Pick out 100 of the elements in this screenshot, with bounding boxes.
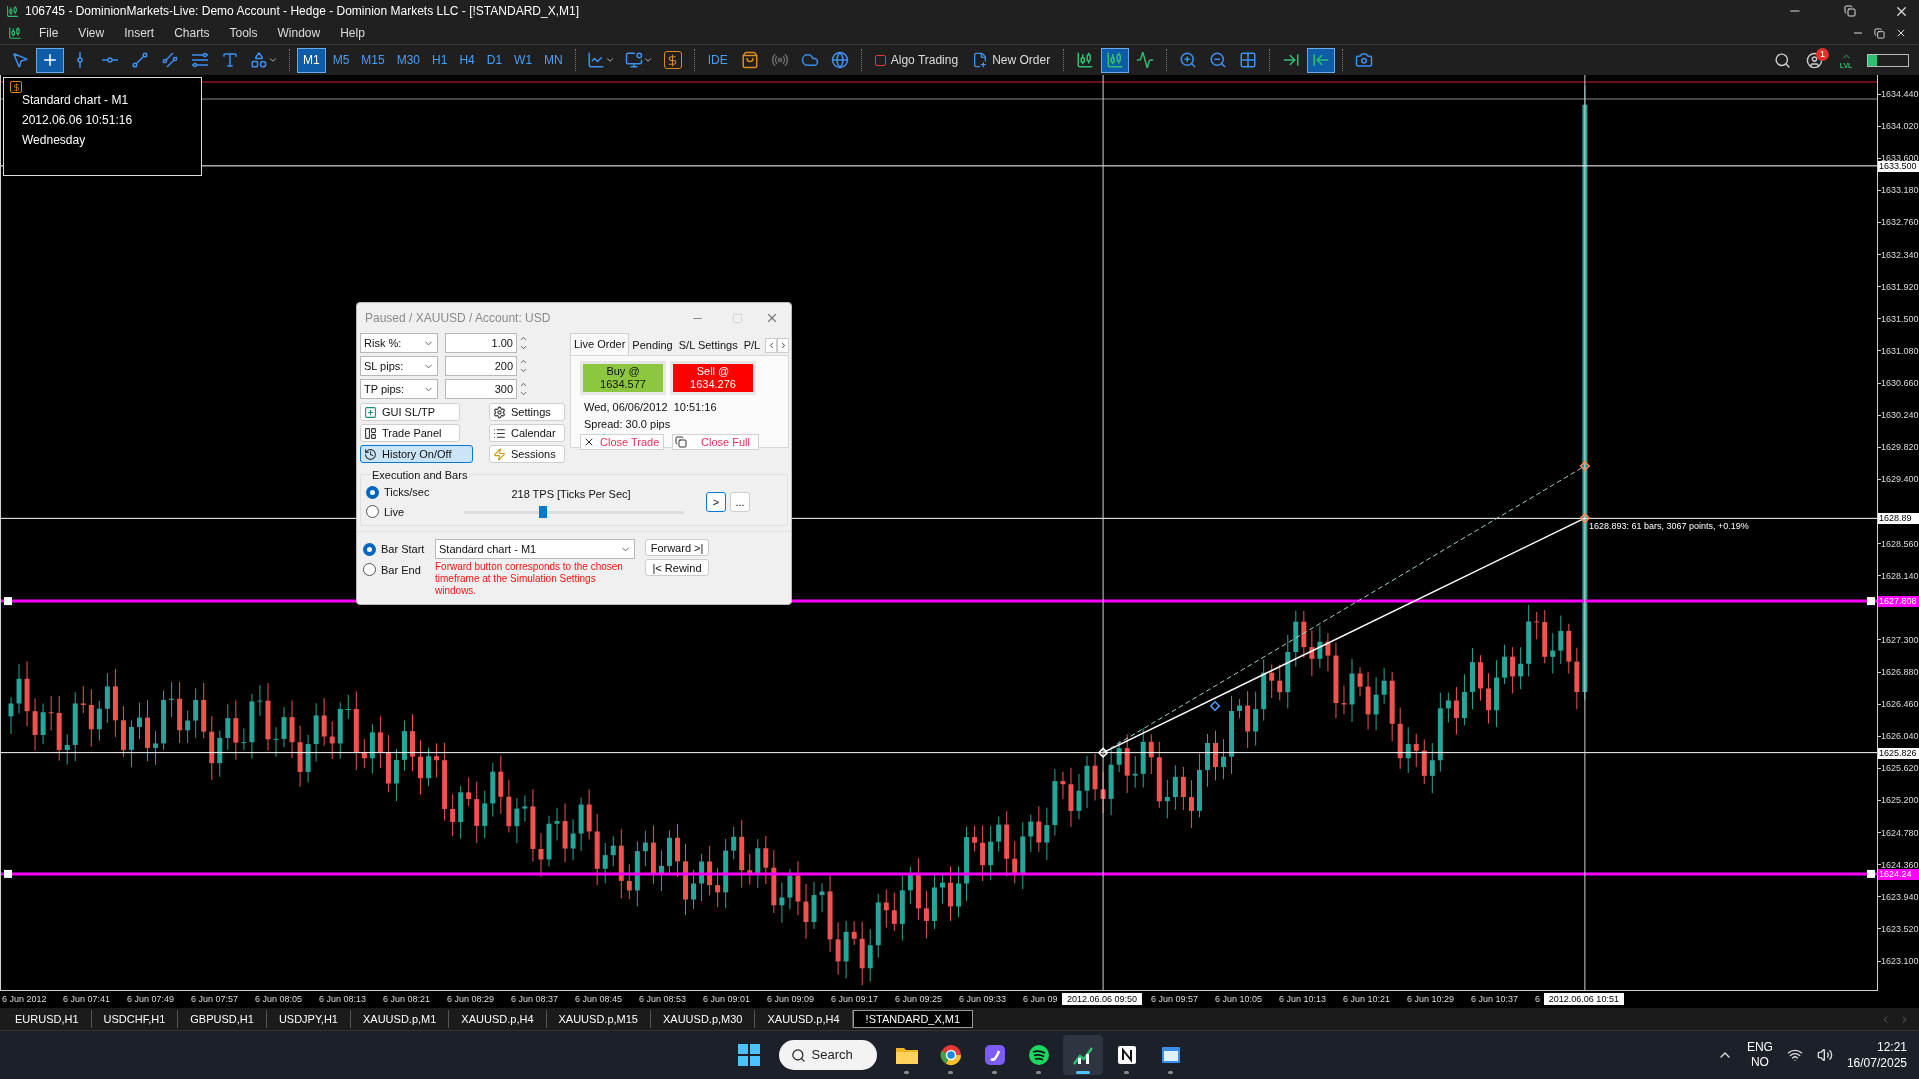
new-order-button[interactable]: New Order: [966, 47, 1057, 73]
timeframe-button[interactable]: W1: [509, 47, 538, 73]
price-marker: 1624.24: [1878, 868, 1919, 880]
forward-button[interactable]: Forward >|: [645, 539, 709, 556]
price-tick-label: 1631.920: [1881, 280, 1919, 293]
menu-item[interactable]: File: [30, 24, 68, 42]
price-marker: 1633.500: [1878, 160, 1919, 172]
timeframe-button[interactable]: M5: [327, 47, 355, 73]
chart-tab[interactable]: XAUUSD.p,H4: [755, 1010, 853, 1028]
close-trade-button[interactable]: Close Trade: [580, 434, 664, 450]
ide-button[interactable]: IDE: [701, 47, 734, 73]
menu-item[interactable]: Tools: [220, 24, 267, 42]
parameter-select[interactable]: SL pips:: [360, 356, 438, 376]
buy-button[interactable]: Buy @ 1634.577: [580, 361, 666, 395]
rewind-button[interactable]: |< Rewind: [645, 559, 709, 576]
time-label: 6 Jun 08:21: [383, 994, 431, 1005]
chart-tab[interactable]: XAUUSD.p,M30: [651, 1010, 756, 1028]
time-label: 6 Jun 08:29: [447, 994, 495, 1005]
timeframe-button[interactable]: MN: [539, 47, 568, 73]
menu-item[interactable]: Help: [331, 24, 374, 42]
panel-button[interactable]: GUI SL/TP: [360, 403, 460, 421]
chart-tab[interactable]: EURUSD,H1: [3, 1010, 92, 1028]
time-label: 6 Jun 09:17: [831, 994, 879, 1005]
menu-item[interactable]: View: [69, 24, 114, 42]
price-tick-label: 1628.140: [1881, 569, 1919, 582]
radio-label: Bar End: [381, 562, 421, 578]
panel-title: Paused / XAUUSD / Account: USD: [365, 310, 552, 327]
panel-button[interactable]: History On/Off: [360, 445, 473, 463]
taskbar-search[interactable]: Search: [778, 1040, 877, 1070]
chart-tab[interactable]: USDJPY,H1: [266, 1010, 351, 1028]
price-tick-label: 1630.240: [1881, 409, 1919, 422]
close-full-button[interactable]: Close Full: [672, 434, 759, 450]
price-marker: 1627.808: [1878, 596, 1919, 608]
chart-tab[interactable]: XAUUSD.p,H4: [449, 1010, 547, 1028]
price-tick-label: 1626.460: [1881, 698, 1919, 711]
time-label: 6 Jun 10:21: [1343, 994, 1391, 1005]
timeframe-button[interactable]: M30: [391, 47, 426, 73]
parameter-select[interactable]: TP pips:: [360, 379, 438, 399]
time-label: 6 Jun 07:41: [63, 994, 111, 1005]
time-label: 6 Jun 10:05: [1215, 994, 1263, 1005]
timeframe-button[interactable]: M15: [356, 47, 390, 73]
sell-button[interactable]: Sell @ 1634.276: [670, 361, 756, 395]
number-field[interactable]: 200: [445, 356, 517, 376]
time-label: 6 Jun 09:09: [767, 994, 815, 1005]
chart-tab[interactable]: !STANDARD_X,M1: [852, 1010, 974, 1028]
time-label: 6 Jun 07:57: [191, 994, 239, 1005]
chart-info-text: Standard chart - M1: [22, 92, 130, 108]
price-marker: 1625.826: [1878, 747, 1919, 759]
price-marker: 1628.89: [1878, 513, 1919, 525]
panel-button[interactable]: Sessions: [489, 445, 565, 463]
algo-trading-button[interactable]: Algo Trading: [868, 47, 965, 73]
price-tick-label: 1623.100: [1881, 955, 1919, 968]
server-time: Wed, 06/06/2012 10:51:16: [584, 400, 718, 415]
panel-button[interactable]: Calendar: [489, 424, 565, 442]
chart-tab[interactable]: GBPUSD,H1: [178, 1010, 267, 1028]
clock[interactable]: 12:21 16/07/2025: [1846, 1039, 1907, 1071]
speed-reading: 218 TPS [Ticks Per Sec]: [511, 487, 631, 502]
timeframe-select[interactable]: Standard chart - M1: [435, 539, 635, 559]
play-button[interactable]: >: [706, 492, 726, 512]
parameter-select[interactable]: Risk %:: [360, 333, 438, 353]
price-tick-label: 1623.520: [1881, 922, 1919, 935]
radio-label: Ticks/sec: [384, 485, 430, 500]
timeframe-button[interactable]: M1: [297, 47, 326, 73]
time-label: 6 Jun 09:25: [895, 994, 943, 1005]
panel-tab[interactable]: Live Order: [570, 333, 630, 355]
time-label: 6 Jun 08:37: [511, 994, 559, 1005]
time-label: 6 Jun 10:37: [1471, 994, 1519, 1005]
timeframe-button[interactable]: D1: [481, 47, 508, 73]
measure-label: 1628.893: 61 bars, 3067 points, +0.19%: [1588, 520, 1749, 534]
notification-badge: 1: [1816, 47, 1829, 61]
account-button[interactable]: 1: [1799, 47, 1829, 73]
price-tick-label: 1629.820: [1881, 441, 1919, 454]
price-tick-label: 1632.760: [1881, 216, 1919, 229]
panel-button[interactable]: Trade Panel: [360, 424, 460, 442]
time-label: 6 Jun 10:29: [1407, 994, 1455, 1005]
chart-tab[interactable]: USDCHF,H1: [91, 1010, 179, 1028]
price-tick-label: 1634.020: [1881, 120, 1919, 133]
time-label: 6 Jun 09:33: [959, 994, 1007, 1005]
chart-tab[interactable]: XAUUSD.p,M15: [546, 1010, 651, 1028]
time-label: 6: [1535, 994, 1540, 1005]
price-tick-label: 1633.180: [1881, 184, 1919, 197]
language-indicator[interactable]: ENG NO: [1746, 1040, 1773, 1070]
number-field[interactable]: 300: [445, 379, 517, 399]
number-field[interactable]: 1.00: [445, 333, 517, 353]
price-tick-label: 1625.620: [1881, 762, 1919, 775]
panel-button[interactable]: Settings: [489, 403, 565, 421]
chart-tab[interactable]: XAUUSD.p,M1: [351, 1010, 450, 1028]
timeframe-button[interactable]: H1: [427, 47, 453, 73]
price-tick-label: 1627.300: [1881, 633, 1919, 646]
time-label: 6 Jun 09: [1023, 994, 1058, 1005]
price-tick-label: 1623.940: [1881, 890, 1919, 903]
radio-label: Live: [384, 504, 405, 520]
price-tick-label: 1626.880: [1881, 666, 1919, 679]
chart-info-text: Wednesday: [22, 132, 87, 148]
menu-item[interactable]: Charts: [165, 24, 219, 42]
menu-item[interactable]: Insert: [115, 24, 164, 42]
more-button[interactable]: ...: [730, 492, 750, 512]
radio-label: Bar Start: [381, 542, 425, 557]
menu-item[interactable]: Window: [268, 24, 330, 42]
timeframe-button[interactable]: H4: [454, 47, 480, 73]
